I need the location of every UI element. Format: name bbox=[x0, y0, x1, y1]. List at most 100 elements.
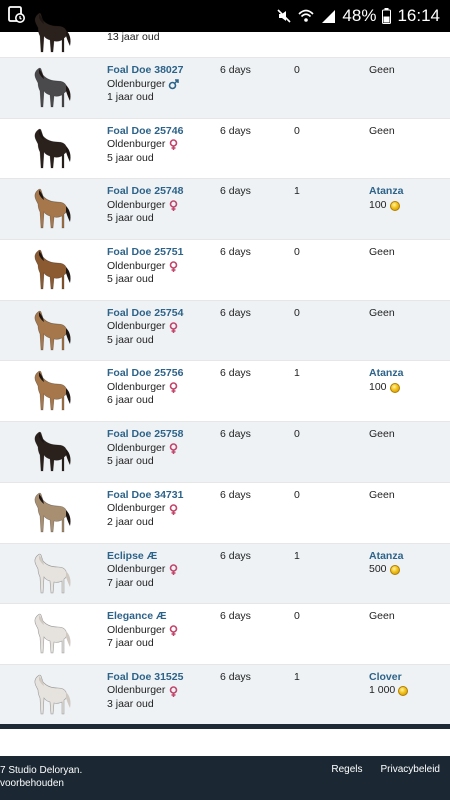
horse-age: 13 jaar oud bbox=[107, 31, 160, 43]
female-icon bbox=[168, 443, 179, 454]
horse-image[interactable] bbox=[26, 366, 74, 416]
female-icon bbox=[168, 685, 179, 697]
list-item[interactable]: Foal Doe 25748 Oldenburger 5 jaar oud 6 day… bbox=[0, 179, 450, 241]
highest-bidder: Geen bbox=[369, 428, 395, 442]
horse-info: Foal Doe 38027 Oldenburger 1 jaar oud bbox=[107, 64, 217, 105]
battery-icon bbox=[382, 8, 392, 24]
horse-image[interactable] bbox=[26, 8, 74, 58]
horse-name-link[interactable]: Foal Doe 25756 bbox=[107, 367, 217, 381]
horse-breed-line: Oldenburger bbox=[107, 138, 217, 152]
list-item[interactable]: Eclipse Æ Oldenburger 7 jaar oud 6 days 1 Ata… bbox=[0, 543, 450, 605]
footer: 7 Studio Deloryan. voorbehouden Regels P… bbox=[0, 756, 450, 800]
list-item[interactable]: Foal Doe 38027 Oldenburger 1 jaar oud 6 day… bbox=[0, 58, 450, 119]
highest-bidder: Geen bbox=[369, 610, 395, 624]
horse-info: Foal Doe 25758 Oldenburger 5 jaar oud bbox=[107, 428, 217, 469]
time-remaining: 6 days bbox=[220, 670, 251, 683]
horse-breed-line: Oldenburger bbox=[107, 260, 217, 274]
time-remaining: 6 days bbox=[220, 124, 251, 137]
wifi-icon bbox=[298, 8, 314, 24]
bidder-name-link[interactable]: Atanza bbox=[369, 550, 403, 564]
horse-image[interactable] bbox=[26, 306, 74, 356]
horse-info: Foal Doe 25754 Oldenburger 5 jaar oud bbox=[107, 307, 217, 348]
breed-label: Oldenburger bbox=[107, 380, 166, 393]
bid-count: 0 bbox=[294, 64, 300, 76]
female-icon bbox=[168, 321, 179, 333]
footer-copyright: 7 Studio Deloryan. voorbehouden bbox=[0, 764, 82, 790]
horse-name-link[interactable]: Foal Doe 25758 bbox=[107, 428, 217, 442]
horse-age: 1 jaar oud bbox=[107, 91, 154, 103]
list-item[interactable]: Foal Doe 25746 Oldenburger 5 jaar oud 6 day… bbox=[0, 119, 450, 180]
highest-bidder: Geen bbox=[369, 64, 395, 78]
bidder-name-link[interactable]: Clover bbox=[369, 671, 408, 685]
horse-breed-line: Oldenburger bbox=[107, 502, 217, 516]
time-remaining: 6 days bbox=[220, 306, 251, 319]
rules-link[interactable]: Regels bbox=[331, 764, 362, 775]
highest-bidder: Geen bbox=[369, 307, 395, 321]
horse-name-link[interactable]: Eclipse Æ bbox=[107, 550, 217, 564]
horse-age: 7 jaar oud bbox=[107, 576, 154, 589]
horse-age: 5 jaar oud bbox=[107, 333, 154, 346]
horse-image[interactable] bbox=[26, 184, 74, 234]
clock: 16:14 bbox=[397, 6, 440, 25]
horse-image[interactable] bbox=[26, 124, 74, 174]
horse-image[interactable] bbox=[26, 488, 74, 538]
no-bidder-label: Geen bbox=[369, 488, 395, 501]
horse-name-link[interactable]: Foal Doe 31525 bbox=[107, 671, 217, 685]
bidder-name-link[interactable]: Atanza bbox=[369, 185, 403, 199]
bid-count: 1 bbox=[294, 670, 300, 683]
male-icon bbox=[168, 79, 180, 90]
battery-percentage: 48% bbox=[342, 6, 377, 25]
highest-bidder: Geen bbox=[369, 125, 395, 139]
signal-icon bbox=[320, 8, 336, 24]
horse-image[interactable] bbox=[26, 245, 74, 295]
horse-image[interactable] bbox=[26, 670, 74, 720]
breed-label: Oldenburger bbox=[107, 563, 166, 575]
breed-label: Oldenburger bbox=[107, 441, 166, 454]
horse-info: Foal Doe 25751 Oldenburger 5 jaar oud bbox=[107, 246, 217, 287]
mute-icon bbox=[276, 8, 292, 24]
bidder-name-link[interactable]: Atanza bbox=[369, 367, 403, 381]
horse-image[interactable] bbox=[26, 63, 74, 113]
list-item[interactable]: Elegance Æ Oldenburger 7 jaar oud 6 days 0 Ge… bbox=[0, 604, 450, 665]
list-item[interactable]: 13 jaar oud bbox=[0, 12, 450, 58]
horse-name-link[interactable]: Foal Doe 25746 bbox=[107, 125, 217, 139]
highest-bidder: Atanza 100 bbox=[369, 367, 403, 394]
horse-name-link[interactable]: Elegance Æ bbox=[107, 610, 217, 624]
horse-image[interactable] bbox=[26, 609, 74, 659]
horse-info: 13 jaar oud bbox=[107, 31, 217, 45]
price-value: 1 000 bbox=[369, 684, 396, 697]
list-item[interactable]: Foal Doe 34731 Oldenburger 2 jaar oud 6 day… bbox=[0, 483, 450, 544]
list-item[interactable]: Foal Doe 25751 Oldenburger 5 jaar oud 6 day… bbox=[0, 240, 450, 301]
breed-label: Oldenburger bbox=[107, 623, 166, 636]
list-item[interactable]: Foal Doe 25756 Oldenburger 6 jaar oud 6 day… bbox=[0, 361, 450, 423]
breed-label: Oldenburger bbox=[107, 198, 166, 211]
price-value: 500 bbox=[369, 563, 387, 575]
bid-count: 1 bbox=[294, 549, 300, 562]
no-bidder-label: Geen bbox=[369, 610, 395, 623]
list-item[interactable]: Foal Doe 31525 Oldenburger 3 jaar oud 6 day… bbox=[0, 664, 450, 726]
bid-price: 500 bbox=[369, 563, 403, 577]
time-remaining: 6 days bbox=[220, 428, 251, 441]
horse-age: 2 jaar oud bbox=[107, 515, 154, 528]
horse-name-link[interactable]: Foal Doe 38027 bbox=[107, 64, 217, 78]
horse-age: 5 jaar oud bbox=[107, 151, 154, 164]
horse-info: Foal Doe 25746 Oldenburger 5 jaar oud bbox=[107, 125, 217, 166]
price-value: 100 bbox=[369, 380, 387, 393]
horse-name-link[interactable]: Foal Doe 34731 bbox=[107, 489, 217, 503]
horse-name-link[interactable]: Foal Doe 25748 bbox=[107, 185, 217, 199]
list-item[interactable]: Foal Doe 25754 Oldenburger 5 jaar oud 6 day… bbox=[0, 300, 450, 362]
coin-icon bbox=[398, 686, 409, 697]
bid-count: 0 bbox=[294, 488, 300, 501]
bid-price: 100 bbox=[369, 381, 403, 395]
no-bidder-label: Geen bbox=[369, 246, 395, 259]
list-item[interactable]: Foal Doe 25758 Oldenburger 5 jaar oud 6 day… bbox=[0, 422, 450, 483]
privacy-link[interactable]: Privacybeleid bbox=[381, 764, 440, 775]
breed-label: Oldenburger bbox=[107, 259, 166, 272]
horse-name-link[interactable]: Foal Doe 25751 bbox=[107, 246, 217, 260]
horse-image[interactable] bbox=[26, 427, 74, 477]
copyright-line: 7 Studio Deloryan. bbox=[0, 765, 83, 776]
horse-image[interactable] bbox=[26, 549, 74, 599]
horse-name-link[interactable]: Foal Doe 25754 bbox=[107, 307, 217, 321]
time-remaining: 6 days bbox=[220, 64, 251, 76]
bid-count: 1 bbox=[294, 185, 300, 198]
